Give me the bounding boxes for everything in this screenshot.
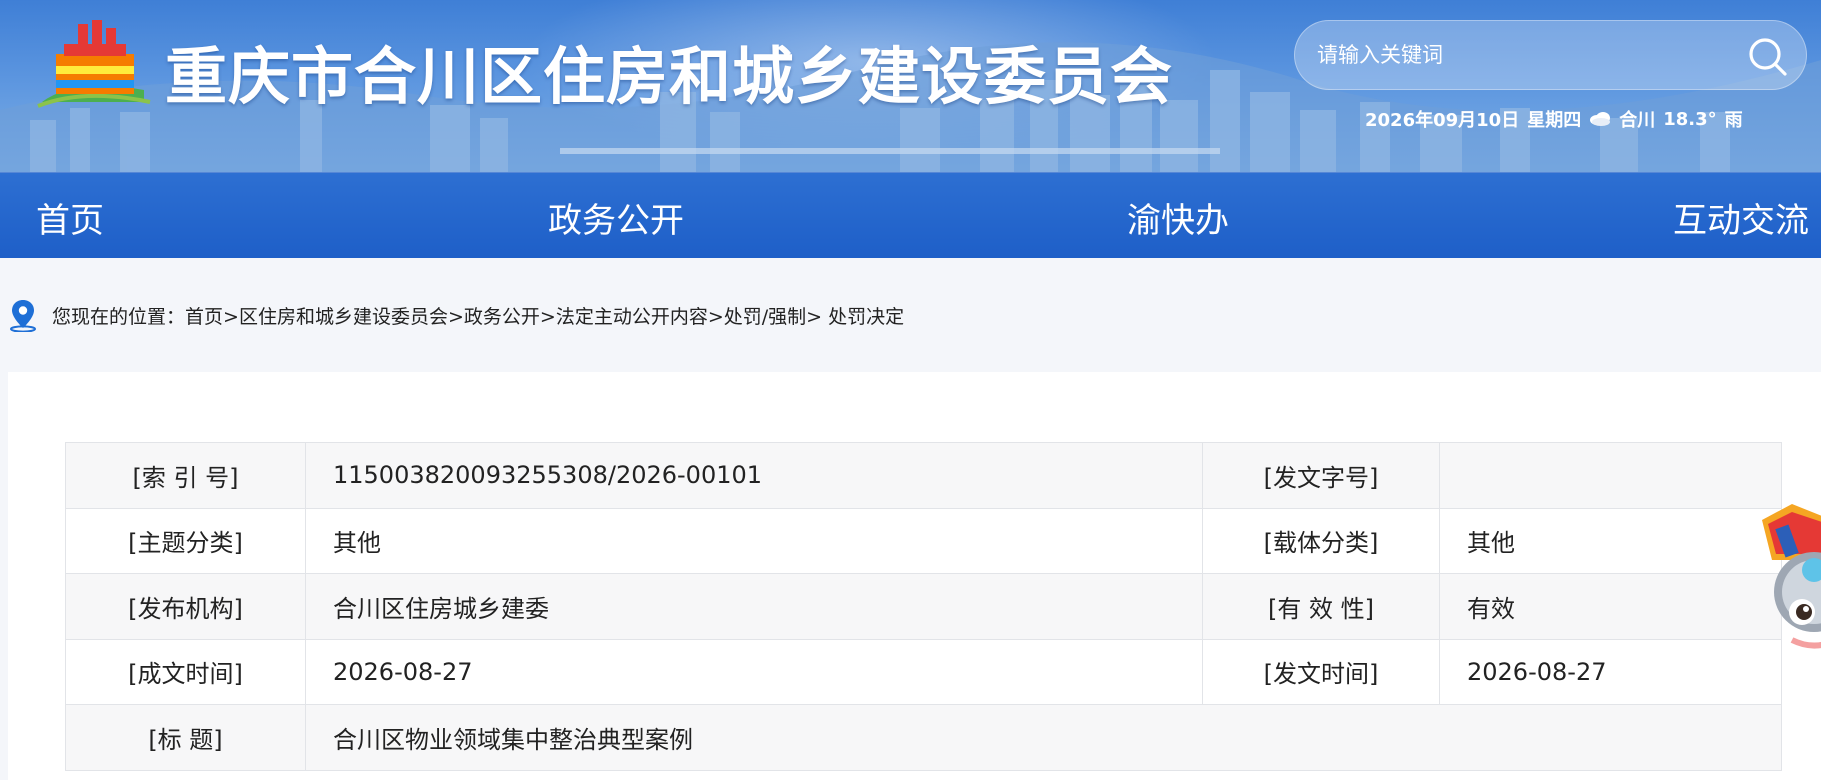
table-row: [发布机构] 合川区住房城乡建委 [有 效 性] 有效 xyxy=(65,573,1782,640)
weather-date: 2026年09月10日 xyxy=(1365,110,1520,131)
validity-value: 有效 xyxy=(1439,573,1782,640)
location-pin-icon xyxy=(10,300,36,332)
issued-date-value: 2026-08-27 xyxy=(1439,638,1782,705)
breadcrumb-item-statutory-disclosure[interactable]: 法定主动公开内容 xyxy=(556,306,708,328)
table-row: [主题分类] 其他 [载体分类] 其他 xyxy=(65,507,1782,574)
issued-date-label: [发文时间] xyxy=(1202,638,1440,705)
breadcrumb-item-penalty-enforcement[interactable]: 处罚/强制 xyxy=(724,306,806,328)
index-number-value: 115003820093255308/2026-00101 xyxy=(305,442,1203,509)
doc-number-label: [发文字号] xyxy=(1202,442,1440,509)
nav-item-yukuaiban[interactable]: 渝快办 xyxy=(1127,193,1229,242)
weather-city: 合川 xyxy=(1619,110,1656,131)
publisher-label: [发布机构] xyxy=(65,573,306,640)
weather-condition: 雨 xyxy=(1724,110,1743,131)
breadcrumb-separator: > xyxy=(447,306,464,328)
nav-item-interaction[interactable]: 互动交流 xyxy=(1673,193,1809,242)
breadcrumb-separator: > xyxy=(806,306,823,328)
table-row: [成文时间] 2026-08-27 [发文时间] 2026-08-27 xyxy=(65,638,1782,705)
table-row: [索 引 号] 115003820093255308/2026-00101 [发… xyxy=(65,442,1782,509)
breadcrumb-separator: > xyxy=(539,306,556,328)
breadcrumb: 您现在的位置：首页>区住房和城乡建设委员会>政务公开>法定主动公开内容>处罚/强… xyxy=(0,258,1821,372)
carrier-category-value: 其他 xyxy=(1439,507,1782,574)
topic-category-value: 其他 xyxy=(305,507,1203,574)
weather-bar: 2026年09月10日 星期四 合川 18.3° 雨 xyxy=(1365,106,1743,132)
topic-category-label: [主题分类] xyxy=(65,507,306,574)
title-value: 合川区物业领域集中整治典型案例 xyxy=(305,704,1782,771)
site-logo-icon[interactable] xyxy=(34,18,152,110)
weather-weekday: 星期四 xyxy=(1527,110,1582,131)
doc-number-value xyxy=(1439,442,1782,509)
search-box xyxy=(1294,20,1807,90)
search-input[interactable] xyxy=(1317,37,1717,73)
nav-item-government-affairs[interactable]: 政务公开 xyxy=(548,193,684,264)
written-date-value: 2026-08-27 xyxy=(305,638,1203,705)
publisher-value: 合川区住房城乡建委 xyxy=(305,573,1203,640)
table-row: [标 题] 合川区物业领域集中整治典型案例 xyxy=(65,704,1782,771)
main-nav: 首页 政务公开 渝快办 互动交流 xyxy=(0,172,1821,264)
validity-label: [有 效 性] xyxy=(1202,573,1440,640)
breadcrumb-item-home[interactable]: 首页 xyxy=(185,306,223,328)
index-number-label: [索 引 号] xyxy=(65,442,306,509)
breadcrumb-item-government-affairs[interactable]: 政务公开 xyxy=(464,306,540,328)
content-card: [索 引 号] 115003820093255308/2026-00101 [发… xyxy=(8,372,1821,780)
document-meta-table: [索 引 号] 115003820093255308/2026-00101 [发… xyxy=(65,442,1782,771)
breadcrumb-trail: 您现在的位置：首页>区住房和城乡建设委员会>政务公开>法定主动公开内容>处罚/强… xyxy=(52,302,904,329)
breadcrumb-item-penalty-decision[interactable]: 处罚决定 xyxy=(822,306,904,328)
cloud-rain-icon xyxy=(1590,112,1611,126)
written-date-label: [成文时间] xyxy=(65,638,306,705)
weather-temperature: 18.3° xyxy=(1663,108,1717,130)
mascot-assistant-icon[interactable] xyxy=(1732,500,1821,670)
site-title[interactable]: 重庆市合川区住房和城乡建设委员会 xyxy=(165,26,1173,116)
breadcrumb-separator: > xyxy=(707,306,724,328)
breadcrumb-prefix: 您现在的位置： xyxy=(52,306,186,328)
breadcrumb-item-committee[interactable]: 区住房和城乡建设委员会 xyxy=(239,306,448,328)
nav-item-home[interactable]: 首页 xyxy=(36,193,104,242)
title-label: [标 题] xyxy=(65,704,306,771)
header-banner: 重庆市合川区住房和城乡建设委员会 2026年09月10日 星期四 合川 18.3… xyxy=(0,0,1821,172)
search-icon[interactable] xyxy=(1746,35,1788,77)
carrier-category-label: [载体分类] xyxy=(1202,507,1440,574)
breadcrumb-separator: > xyxy=(223,306,239,328)
